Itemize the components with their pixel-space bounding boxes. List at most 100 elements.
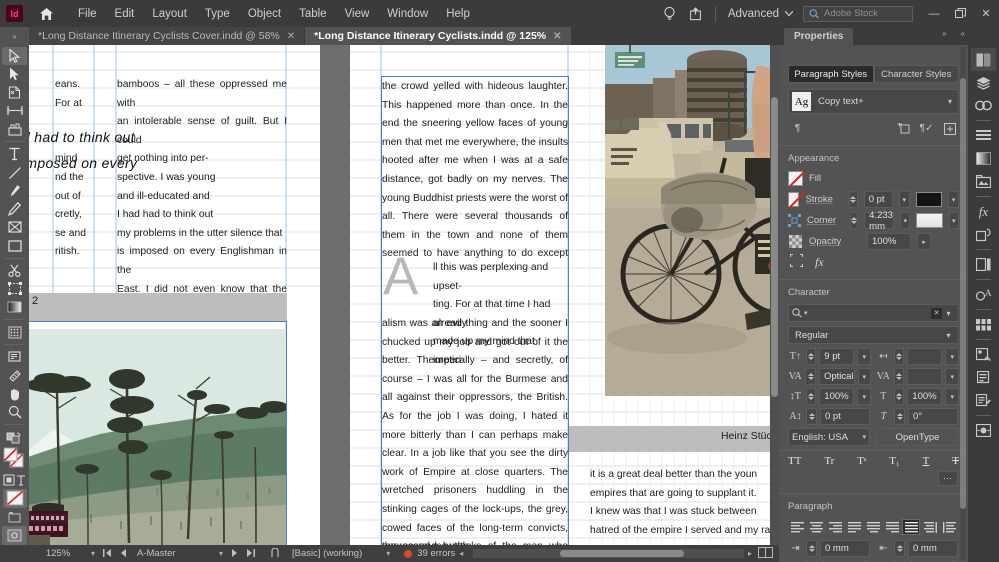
leading-control[interactable]: ↤ ▾ <box>876 348 960 365</box>
formatting-affects-container-icon[interactable] <box>2 470 27 488</box>
fill-stroke-swap-icon[interactable] <box>2 428 27 446</box>
adobe-stock-search-input[interactable]: Adobe Stock <box>803 5 913 22</box>
menu-type[interactable]: Type <box>196 5 239 23</box>
tracking-stepper[interactable] <box>893 368 905 385</box>
stroke-weight-stepper[interactable] <box>849 191 858 208</box>
language-select[interactable]: English: USA ▾ <box>788 428 870 446</box>
preflight-profile-field[interactable]: [Basic] (working) <box>286 548 362 559</box>
left-indent-control[interactable]: ⇥ 0 mm <box>788 540 871 557</box>
rectangle-frame-tool[interactable] <box>2 218 27 236</box>
page-tool[interactable] <box>2 84 27 102</box>
baseline-stepper[interactable] <box>806 408 817 425</box>
workspace-selector[interactable]: Advanced <box>722 8 799 20</box>
skew-control[interactable]: T 0° <box>876 408 959 425</box>
first-page-button[interactable] <box>99 548 116 559</box>
tracking-field[interactable] <box>907 368 943 385</box>
fill-stroke-swatches[interactable] <box>2 446 27 470</box>
right-indent-control[interactable]: ⇤ 0 mm <box>876 540 959 557</box>
opacity-flyout[interactable]: ▸ <box>917 233 931 250</box>
dock-collapse-icon[interactable]: « <box>961 29 965 38</box>
opacity-row[interactable]: Opacity 100% ▸ <box>779 231 968 252</box>
scrollbar-thumb[interactable] <box>771 97 778 397</box>
vscale-stepper[interactable] <box>805 388 817 405</box>
share-icon[interactable] <box>683 0 709 27</box>
home-icon[interactable] <box>35 3 57 25</box>
corner-value-field[interactable]: 4.233 mm <box>864 210 894 232</box>
zoom-dropdown-icon[interactable]: ▾ <box>87 549 99 558</box>
corner-label[interactable]: Corner <box>807 215 844 226</box>
panel-dock-toggle[interactable]: » <box>0 27 29 45</box>
tracking-dropdown[interactable]: ▾ <box>945 368 960 385</box>
last-page-button[interactable] <box>242 548 259 559</box>
links-icon[interactable] <box>971 94 996 117</box>
page-number-band[interactable]: 2 <box>29 293 287 322</box>
color-theme-icon[interactable] <box>971 419 996 442</box>
canvas-vertical-scrollbar[interactable] <box>770 45 779 545</box>
stroke-label[interactable]: Stroke <box>805 194 843 205</box>
kerning-dropdown[interactable]: ▾ <box>857 368 871 385</box>
fill-swatch[interactable] <box>788 171 805 187</box>
menu-layout[interactable]: Layout <box>143 5 196 23</box>
photo-selection-frame[interactable] <box>29 321 287 545</box>
prev-page-button[interactable] <box>116 548 131 559</box>
close-icon[interactable]: ✕ <box>553 31 561 42</box>
hscale-dropdown[interactable]: ▾ <box>945 388 960 405</box>
corner-shape-dropdown[interactable]: ▾ <box>948 212 960 229</box>
align-toward-spine-button[interactable] <box>921 519 939 535</box>
stroke-row[interactable]: Stroke 0 pt ▾ ▾ <box>779 189 968 210</box>
menu-table[interactable]: Table <box>290 5 336 23</box>
opacity-label[interactable]: Opacity <box>809 236 861 247</box>
center-text-frame[interactable] <box>381 76 569 545</box>
libraries-icon[interactable] <box>971 170 996 193</box>
strikethrough-button[interactable]: T <box>952 455 959 467</box>
gap-tool[interactable] <box>2 102 27 120</box>
dock-expand-icon[interactable]: » <box>942 29 946 38</box>
paragraph-styles-icon[interactable] <box>971 124 996 147</box>
vertical-scale-control[interactable]: ↕T 100% ▾ <box>788 388 872 405</box>
current-style-selector[interactable]: Ag Copy text+ ▾ <box>788 89 959 114</box>
master-page-field[interactable]: A-Master <box>131 548 215 559</box>
screen-mode-icon[interactable] <box>2 525 27 546</box>
skew-field[interactable]: 0° <box>908 408 958 425</box>
line-tool[interactable] <box>2 163 27 181</box>
left-inner-column[interactable]: bamboos – all these oppressed me with an… <box>117 76 287 292</box>
baseline-shift-control[interactable]: A↕ 0 pt <box>788 408 871 425</box>
note-tool[interactable] <box>2 348 27 366</box>
hand-tool[interactable] <box>2 385 27 403</box>
align-left-button[interactable] <box>788 519 806 535</box>
font-family-field[interactable]: ▾ ✕ ▾ <box>788 304 959 322</box>
rectangle-tool[interactable] <box>2 236 27 254</box>
object-options-icon[interactable] <box>789 253 804 272</box>
document-tab-cover[interactable]: *Long Distance Itinerary Cyclists Cover.… <box>29 27 306 45</box>
zoom-tool[interactable] <box>2 403 27 421</box>
minimize-button[interactable]: — <box>921 0 947 27</box>
hscale-stepper[interactable] <box>893 388 905 405</box>
type-tool[interactable] <box>2 145 27 163</box>
tab-properties[interactable]: Properties <box>784 28 854 45</box>
restore-button[interactable] <box>947 0 973 27</box>
scroll-right-icon[interactable]: ▸ <box>744 549 756 558</box>
effects-row[interactable]: fx <box>779 252 968 273</box>
pencil-tool[interactable] <box>2 200 27 218</box>
preflight-icon[interactable] <box>259 546 286 560</box>
baseline-shift-field[interactable]: 0 pt <box>820 408 870 425</box>
preflight-dropdown-icon[interactable]: ▾ <box>362 549 394 558</box>
direct-selection-tool[interactable] <box>2 65 27 83</box>
character-styles-icon[interactable]: A <box>971 283 996 306</box>
font-family-dropdown[interactable]: ▾ <box>942 305 955 321</box>
justify-right-button[interactable] <box>883 519 901 535</box>
font-size-dropdown[interactable]: ▾ <box>857 348 872 365</box>
gradient-feather-tool[interactable] <box>2 323 27 341</box>
fx-icon[interactable]: fx <box>815 255 824 270</box>
measure-tool[interactable] <box>2 367 27 385</box>
page-right[interactable]: the crowd yelled with hideous laughter. … <box>350 45 779 545</box>
corner-dropdown[interactable]: ▾ <box>899 212 911 229</box>
selection-tool[interactable] <box>2 47 27 66</box>
font-style-field[interactable]: Regular ▾ <box>788 326 959 344</box>
stroke-icon[interactable] <box>971 253 996 276</box>
effects-icon[interactable]: fx <box>971 200 996 223</box>
justify-all-button[interactable] <box>902 519 920 535</box>
menu-edit[interactable]: Edit <box>106 5 144 23</box>
add-style-icon[interactable] <box>940 120 959 137</box>
opacity-value-field[interactable]: 100% <box>867 233 911 250</box>
